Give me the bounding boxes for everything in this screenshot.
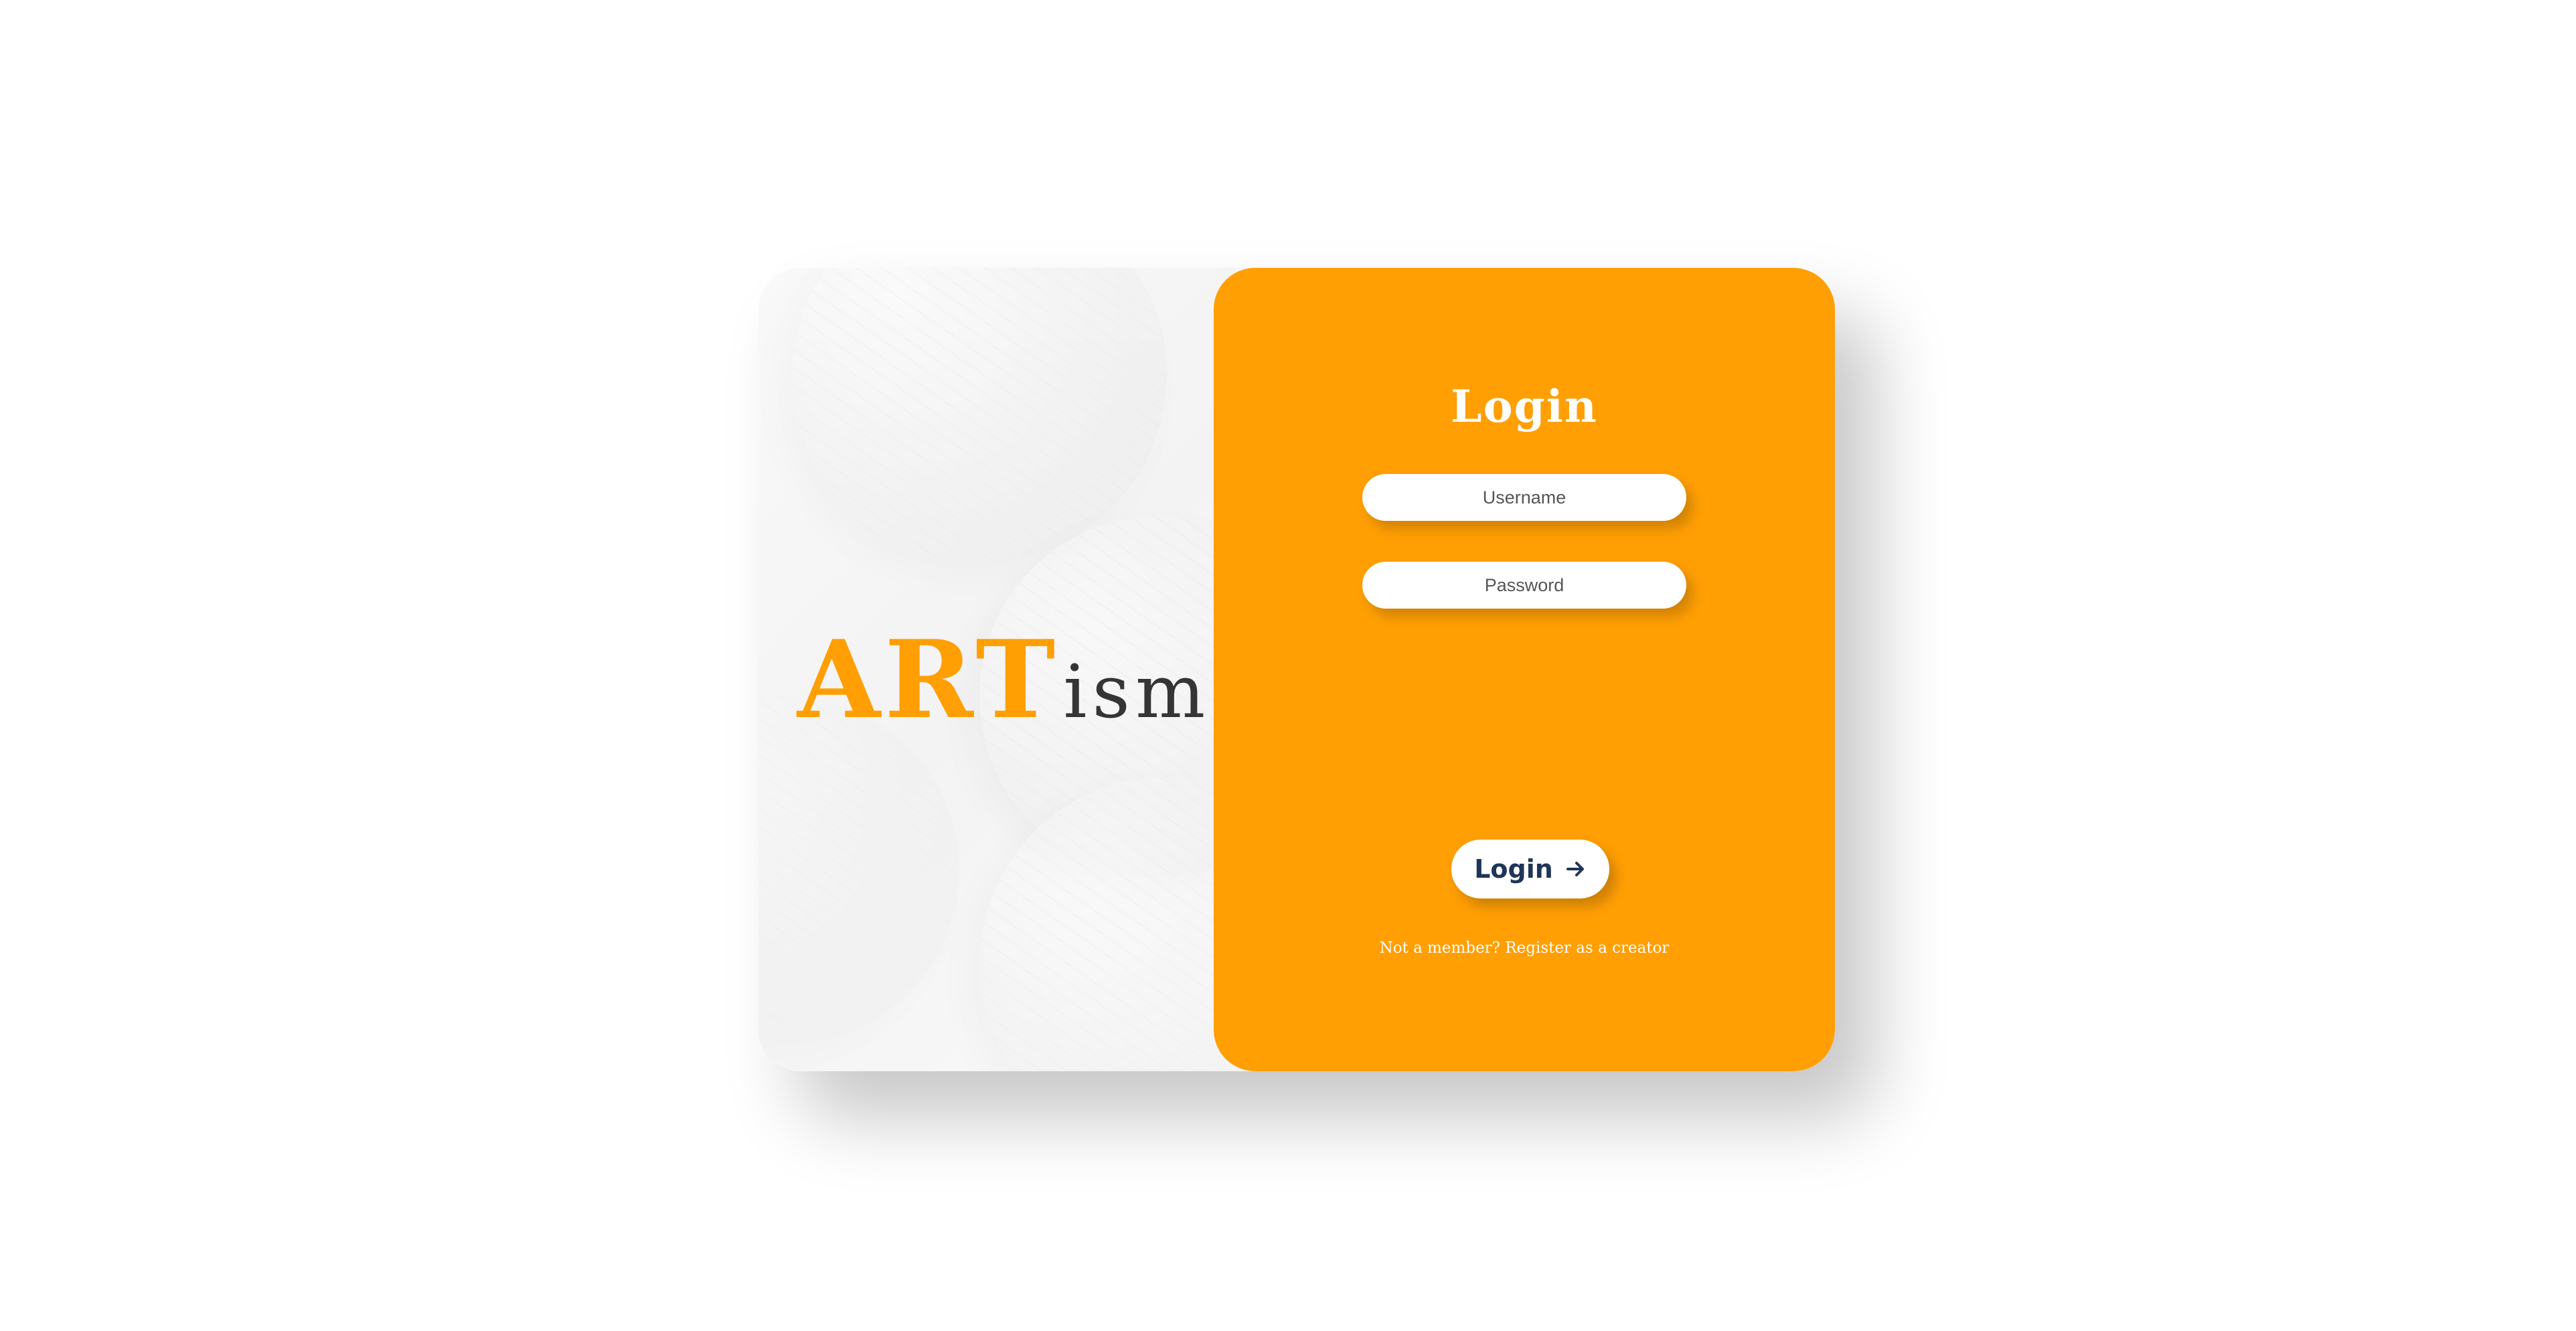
login-button[interactable]: Login [1451,840,1609,898]
login-title: Login [1451,380,1598,433]
register-link[interactable]: Not a member? Register as a creator [1214,939,1835,957]
brand-logo-ism: ism. [1063,649,1240,734]
login-form-panel: Login Login Not a member? Register as a … [1214,268,1835,1071]
login-card: ARTism. Login Login Not a member? Regist… [758,268,1835,1071]
decorative-sphere [758,696,959,1044]
brand-logo: ARTism. [797,626,1239,733]
brand-logo-art: ART [797,617,1060,742]
password-input[interactable] [1362,562,1686,609]
login-page: ARTism. Login Login Not a member? Regist… [0,0,2576,1331]
arrow-right-icon [1565,858,1587,880]
decorative-sphere [979,777,1240,1071]
username-input[interactable] [1362,474,1686,521]
decorative-sphere [792,268,1167,562]
login-button-label: Login [1474,854,1553,884]
brand-panel: ARTism. [758,268,1240,1071]
